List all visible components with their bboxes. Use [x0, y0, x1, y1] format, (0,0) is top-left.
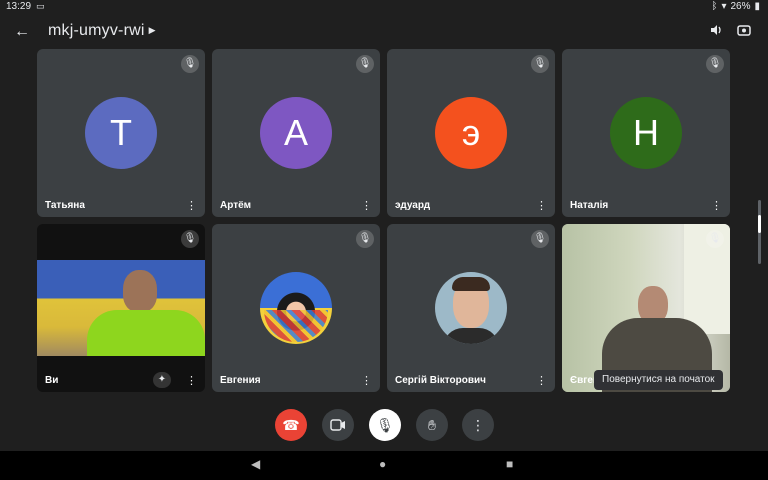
person-figure: [123, 270, 157, 312]
participant-tile[interactable]: 🎙︎ Евгения ⋮: [212, 224, 380, 392]
participant-tile[interactable]: 🎙︎ Сергій Вікторович ⋮: [387, 224, 555, 392]
mic-off-icon: 🎙︎: [356, 230, 374, 248]
status-right: ᛒ ▾ 26% ▮: [711, 1, 760, 12]
mic-off-icon: 🎙︎: [181, 230, 199, 248]
cast-icon: ▭: [36, 1, 45, 11]
more-vert-icon[interactable]: ⋮: [711, 199, 722, 212]
meeting-title[interactable]: mkj-umyv-rwi ▶: [48, 22, 156, 40]
raise-hand-icon: ✋︎: [428, 417, 436, 433]
participant-tile[interactable]: 🎙︎ А Артём ⋮: [212, 49, 380, 217]
more-vert-icon[interactable]: ⋮: [536, 199, 547, 212]
chevron-right-icon: ▶: [148, 25, 156, 35]
wifi-icon: ▾: [721, 1, 727, 12]
participant-tile[interactable]: 🎙︎ э эдуард ⋮: [387, 49, 555, 217]
participant-name: Наталія: [570, 200, 609, 211]
participant-name: Артём: [220, 200, 252, 211]
switch-camera-icon[interactable]: [734, 22, 754, 42]
mic-off-icon: 🎙︎: [531, 55, 549, 73]
microphone-button[interactable]: 🎙︎: [369, 409, 401, 441]
participant-tile[interactable]: 🎙︎ Н Наталія ⋮: [562, 49, 730, 217]
avatar: э: [435, 97, 507, 169]
mic-off-icon: 🎙︎: [376, 417, 394, 433]
green-jacket: [87, 310, 205, 356]
self-video-tile[interactable]: 🎙︎ Ви ✦ ⋮: [37, 224, 205, 392]
more-vert-icon[interactable]: ⋮: [186, 199, 197, 212]
meeting-code: mkj-umyv-rwi: [48, 22, 145, 39]
more-vert-icon[interactable]: ⋮: [361, 374, 372, 387]
bluetooth-icon: ᛒ: [711, 1, 718, 12]
raise-hand-button[interactable]: ✋︎: [416, 409, 448, 441]
self-video-feed: [37, 260, 205, 356]
status-time: 13:29: [6, 1, 32, 12]
hair-shape: [452, 277, 490, 291]
status-bar: 13:29 ▭ ᛒ ▾ 26% ▮: [0, 0, 768, 14]
battery-icon: ▮: [754, 1, 760, 12]
nav-home-icon[interactable]: ●: [379, 457, 386, 471]
nav-recents-icon[interactable]: ■: [506, 457, 513, 471]
call-controls: ☎ 🎙︎ ✋︎ ⋮: [0, 409, 768, 441]
profile-photo: [260, 272, 332, 344]
more-options-button[interactable]: ⋮: [462, 409, 494, 441]
camera-button[interactable]: [322, 409, 354, 441]
end-call-button[interactable]: ☎: [275, 409, 307, 441]
mic-off-icon: 🎙︎: [356, 55, 374, 73]
flower-crown: [264, 310, 328, 342]
participant-name: Евгения: [220, 375, 261, 386]
mic-off-icon: 🎙︎: [706, 55, 724, 73]
participant-tile[interactable]: 🎙︎ Т Татьяна ⋮: [37, 49, 205, 217]
participant-name: эдуард: [395, 200, 431, 211]
participant-name: Ви: [45, 375, 59, 386]
video-feed: [562, 224, 730, 392]
more-vert-icon[interactable]: ⋮: [536, 374, 547, 387]
camera-icon: [330, 419, 345, 431]
profile-photo: [435, 272, 507, 344]
end-call-icon: ☎: [282, 417, 300, 433]
avatar: Т: [85, 97, 157, 169]
top-bar: ← mkj-umyv-rwi ▶: [0, 18, 768, 46]
effects-sparkle-icon[interactable]: ✦: [153, 372, 171, 388]
more-vert-icon[interactable]: ⋮: [186, 374, 197, 387]
system-nav-bar: ◀ ● ■: [0, 451, 768, 480]
avatar: Н: [610, 97, 682, 169]
mic-off-icon: 🎙︎: [706, 230, 724, 248]
mic-off-icon: 🎙︎: [531, 230, 549, 248]
more-vert-icon[interactable]: ⋮: [361, 199, 372, 212]
nav-back-icon[interactable]: ◀: [251, 457, 260, 471]
scroll-thumb[interactable]: [758, 215, 761, 233]
participant-tile[interactable]: 🎙︎ Євген ⋮: [562, 224, 730, 392]
battery-percent: 26%: [730, 1, 751, 12]
tooltip-scroll-to-top: Повернутися на початок: [594, 370, 723, 390]
participant-name: Сергій Вікторович: [395, 375, 486, 386]
mic-off-icon: 🎙︎: [181, 55, 199, 73]
participant-name: Татьяна: [45, 200, 85, 211]
avatar: А: [260, 97, 332, 169]
back-arrow-icon[interactable]: ←: [12, 22, 32, 42]
volume-icon[interactable]: [706, 22, 726, 42]
shirt-shape: [443, 328, 499, 344]
more-vert-icon: ⋮: [471, 417, 485, 433]
